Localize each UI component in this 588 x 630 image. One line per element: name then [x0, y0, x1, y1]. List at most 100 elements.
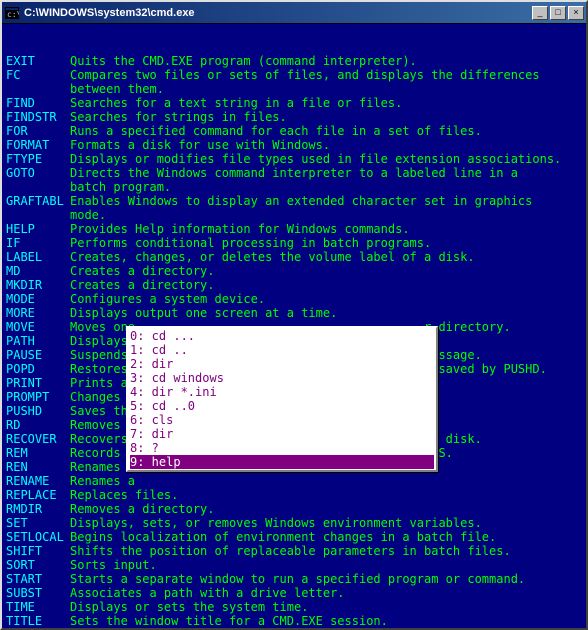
- help-row: LABELCreates, changes, or deletes the vo…: [6, 250, 582, 264]
- help-row: RENAMERenames a: [6, 474, 582, 488]
- command-desc: Replaces files.: [70, 488, 178, 502]
- command-name: REPLACE: [6, 488, 70, 502]
- help-row: SETLOCALBegins localization of environme…: [6, 530, 582, 544]
- command-name: EXIT: [6, 54, 70, 68]
- help-row: FTYPEDisplays or modifies file types use…: [6, 152, 582, 166]
- command-desc: Searches for strings in files.: [70, 110, 287, 124]
- command-name: FOR: [6, 124, 70, 138]
- history-item[interactable]: 2: dir: [130, 357, 434, 371]
- history-item[interactable]: 3: cd windows: [130, 371, 434, 385]
- command-name: SHIFT: [6, 544, 70, 558]
- command-name: FIND: [6, 96, 70, 110]
- help-row: EXITQuits the CMD.EXE program (command i…: [6, 54, 582, 68]
- command-desc: Associates a path with a drive letter.: [70, 586, 345, 600]
- command-desc: Compares two files or sets of files, and…: [70, 68, 540, 82]
- minimize-button[interactable]: _: [532, 6, 548, 20]
- command-desc: Configures a system device.: [70, 292, 265, 306]
- history-item[interactable]: 1: cd ..: [130, 343, 434, 357]
- help-row: MDCreates a directory.: [6, 264, 582, 278]
- command-desc: Creates a directory.: [70, 278, 215, 292]
- command-name: REN: [6, 460, 70, 474]
- command-desc: Displays, sets, or removes Windows envir…: [70, 516, 482, 530]
- help-row: FORMATFormats a disk for use with Window…: [6, 138, 582, 152]
- command-name: IF: [6, 236, 70, 250]
- command-desc: Runs a specified command for each file i…: [70, 124, 482, 138]
- command-desc: Searches for a text string in a file or …: [70, 96, 402, 110]
- history-item[interactable]: 6: cls: [130, 413, 434, 427]
- help-row: TIMEDisplays or sets the system time.: [6, 600, 582, 614]
- command-name: PUSHD: [6, 404, 70, 418]
- command-desc: Begins localization of environment chang…: [70, 530, 496, 544]
- command-desc: Enables Windows to display an extended c…: [70, 194, 532, 208]
- command-name: FTYPE: [6, 152, 70, 166]
- command-desc: Performs conditional processing in batch…: [70, 236, 431, 250]
- history-item[interactable]: 4: dir *.ini: [130, 385, 434, 399]
- command-desc: Displays or sets the system time.: [70, 600, 308, 614]
- command-name: TITLE: [6, 614, 70, 628]
- command-name: HELP: [6, 222, 70, 236]
- help-row: GOTODirects the Windows command interpre…: [6, 166, 582, 180]
- help-row: HELPProvides Help information for Window…: [6, 222, 582, 236]
- command-desc: Provides Help information for Windows co…: [70, 222, 410, 236]
- terminal-area[interactable]: EXITQuits the CMD.EXE program (command i…: [2, 24, 586, 628]
- help-row: SORTSorts input.: [6, 558, 582, 572]
- command-name: MKDIR: [6, 278, 70, 292]
- command-history-popup[interactable]: 0: cd ...1: cd ..2: dir3: cd windows4: d…: [126, 326, 438, 472]
- titlebar[interactable]: c:\ C:\WINDOWS\system32\cmd.exe _ □ ×: [2, 2, 586, 24]
- command-name: RENAME: [6, 474, 70, 488]
- command-desc: mode.: [70, 208, 106, 222]
- help-row: TITLESets the window title for a CMD.EXE…: [6, 614, 582, 628]
- app-window: c:\ C:\WINDOWS\system32\cmd.exe _ □ × EX…: [0, 0, 588, 630]
- help-row: FORRuns a specified command for each fil…: [6, 124, 582, 138]
- help-row: SUBSTAssociates a path with a drive lett…: [6, 586, 582, 600]
- command-name: POPD: [6, 362, 70, 376]
- history-item[interactable]: 8: ?: [130, 441, 434, 455]
- command-desc: Creates a directory.: [70, 264, 215, 278]
- command-desc: Renames a: [70, 474, 142, 488]
- help-row: RMDIRRemoves a directory.: [6, 502, 582, 516]
- help-row: FINDSearches for a text string in a file…: [6, 96, 582, 110]
- help-row: batch program.: [6, 180, 582, 194]
- command-name: PAUSE: [6, 348, 70, 362]
- maximize-button[interactable]: □: [550, 6, 566, 20]
- command-name: GRAFTABL: [6, 194, 70, 208]
- command-desc: Creates, changes, or deletes the volume …: [70, 250, 475, 264]
- command-desc: Removes a directory.: [70, 502, 215, 516]
- command-name: PROMPT: [6, 390, 70, 404]
- help-row: STARTStarts a separate window to run a s…: [6, 572, 582, 586]
- history-item[interactable]: 7: dir: [130, 427, 434, 441]
- command-name: TIME: [6, 600, 70, 614]
- cmd-icon: c:\: [4, 5, 20, 21]
- command-desc: batch program.: [70, 180, 171, 194]
- history-item[interactable]: 9: help: [130, 455, 434, 469]
- command-name: MORE: [6, 306, 70, 320]
- command-desc: Shifts the position of replaceable param…: [70, 544, 511, 558]
- command-desc: Displays output one screen at a time.: [70, 306, 337, 320]
- help-row: SHIFTShifts the position of replaceable …: [6, 544, 582, 558]
- command-name: RMDIR: [6, 502, 70, 516]
- command-name: SETLOCAL: [6, 530, 70, 544]
- command-name: MD: [6, 264, 70, 278]
- command-name: SUBST: [6, 586, 70, 600]
- command-name: MODE: [6, 292, 70, 306]
- command-desc: Sets the window title for a CMD.EXE sess…: [70, 614, 388, 628]
- history-item[interactable]: 0: cd ...: [130, 329, 434, 343]
- help-row: MOREDisplays output one screen at a time…: [6, 306, 582, 320]
- help-row: FINDSTRSearches for strings in files.: [6, 110, 582, 124]
- help-row: REPLACEReplaces files.: [6, 488, 582, 502]
- command-name: SET: [6, 516, 70, 530]
- command-name: START: [6, 572, 70, 586]
- help-row: MKDIRCreates a directory.: [6, 278, 582, 292]
- command-name: PATH: [6, 334, 70, 348]
- svg-text:c:\: c:\: [7, 10, 19, 19]
- command-name: GOTO: [6, 166, 70, 180]
- close-button[interactable]: ×: [568, 6, 584, 20]
- help-row: between them.: [6, 82, 582, 96]
- history-item[interactable]: 5: cd ..0: [130, 399, 434, 413]
- command-name: SORT: [6, 558, 70, 572]
- help-row: mode.: [6, 208, 582, 222]
- command-desc: Quits the CMD.EXE program (command inter…: [70, 54, 417, 68]
- command-name: REM: [6, 446, 70, 460]
- command-desc: Sorts input.: [70, 558, 157, 572]
- help-row: SETDisplays, sets, or removes Windows en…: [6, 516, 582, 530]
